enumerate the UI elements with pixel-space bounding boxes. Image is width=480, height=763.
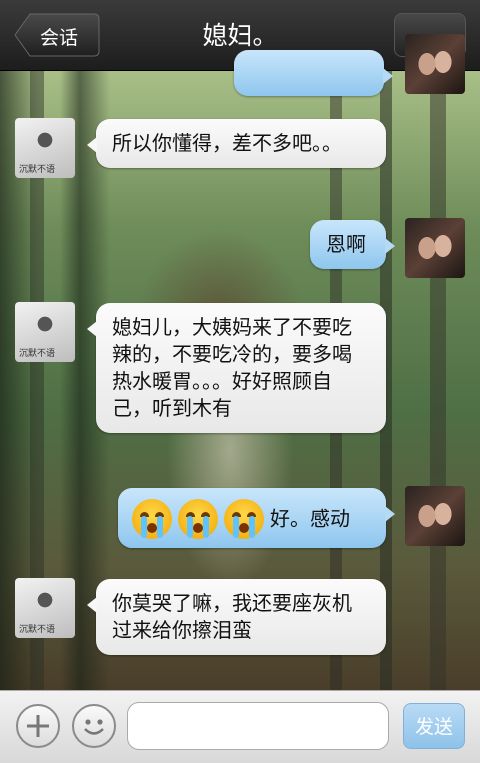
avatar-signature: 沉默不语 [19,625,56,635]
crying-emoji [224,498,264,539]
composer-bar: 发送 [0,690,480,763]
avatar-me-partial[interactable] [405,34,465,94]
message-input[interactable] [127,702,389,750]
avatar-her[interactable]: 沉默不语 [15,302,75,362]
avatar-her[interactable]: 沉默不语 [15,118,75,178]
message-text: 好。感动 [270,506,350,531]
message-bubble[interactable]: 你莫哭了嘛，我还要座灰机过来给你擦泪蛮 [87,579,386,655]
avatar-her[interactable]: 沉默不语 [15,578,75,638]
send-button[interactable]: 发送 [403,703,465,749]
message-bubble[interactable]: 好。感动 [118,488,395,548]
message-text: 所以你懂得，差不多吧。。 [112,131,342,155]
message-bubble-partial[interactable] [234,50,393,96]
plus-button[interactable] [16,704,60,748]
avatar-me[interactable] [405,218,465,278]
message-bubble[interactable]: 恩啊 [310,220,395,269]
plus-icon [27,715,49,737]
message-text: 你莫哭了嘛，我还要座灰机过来给你擦泪蛮 [112,591,352,642]
smiley-icon [84,719,104,735]
message-bubble[interactable]: 所以你懂得，差不多吧。。 [87,119,386,168]
avatar-signature: 沉默不语 [19,165,56,175]
emoji-button[interactable] [72,704,116,748]
message-text: 恩啊 [326,232,366,256]
avatar-me[interactable] [405,486,465,546]
message-bubble[interactable]: 媳妇儿，大姨妈来了不要吃辣的，不要吃冷的，要多喝热水暖胃。。。好好照顾自己，听到… [87,303,386,433]
message-text: 媳妇儿，大姨妈来了不要吃辣的，不要吃冷的，要多喝热水暖胃。。。好好照顾自己，听到… [112,315,352,420]
crying-emoji [132,498,172,539]
avatar-signature: 沉默不语 [19,349,56,359]
crying-emoji [178,498,218,539]
